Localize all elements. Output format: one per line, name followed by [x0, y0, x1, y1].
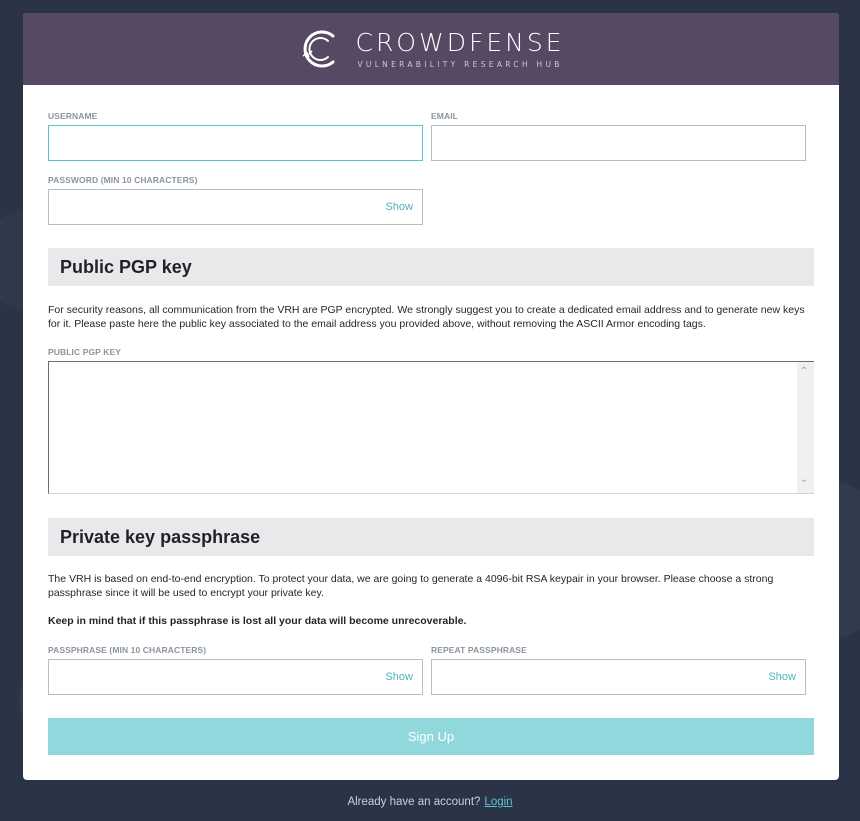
email-field-wrap [431, 125, 806, 161]
passphrase-label: PASSPHRASE (MIN 10 CHARACTERS) [48, 645, 207, 655]
pgp-heading: Public PGP key [60, 257, 192, 277]
password-field-wrap: Show [48, 189, 423, 225]
passphrase-heading: Private key passphrase [60, 527, 261, 547]
password-input[interactable] [49, 190, 422, 224]
repeat-passphrase-input[interactable] [432, 660, 805, 694]
passphrase-section-header: Private key passphrase [48, 518, 814, 556]
footer: Already have an account? Login [0, 796, 860, 808]
password-show-toggle[interactable]: Show [385, 201, 413, 213]
pgp-description: For security reasons, all communication … [48, 304, 805, 330]
passphrase-input[interactable] [49, 660, 422, 694]
passphrase-show-toggle[interactable]: Show [385, 671, 413, 683]
pgp-key-label: PUBLIC PGP KEY [48, 347, 122, 357]
scroll-up-icon[interactable]: ⌃ [800, 366, 808, 377]
logo: CROWDFENSE VULNERABILITY RESEARCH HUB [297, 26, 564, 72]
textarea-scrollbar[interactable]: ⌃ ⌄ [797, 362, 814, 493]
crowdfense-logo-icon [303, 30, 335, 68]
brand-name: CROWDFENSE [355, 27, 565, 57]
repeat-passphrase-field-wrap: Show [431, 659, 806, 695]
repeat-passphrase-label: REPEAT PASSPHRASE [431, 645, 527, 655]
username-label: USERNAME [48, 111, 98, 121]
email-input[interactable] [432, 126, 805, 160]
pgp-section-header: Public PGP key [48, 248, 814, 286]
sign-up-button[interactable]: Sign Up [48, 718, 814, 755]
login-link[interactable]: Login [484, 796, 512, 808]
pgp-key-field-wrap: ⌃ ⌄ [48, 361, 814, 494]
brand-header: CROWDFENSE VULNERABILITY RESEARCH HUB [23, 13, 839, 85]
email-label: EMAIL [431, 111, 458, 121]
repeat-passphrase-show-toggle[interactable]: Show [768, 671, 796, 683]
passphrase-warning: Keep in mind that if this passphrase is … [48, 615, 467, 627]
footer-text: Already have an account? [347, 796, 481, 808]
brand-tagline: VULNERABILITY RESEARCH HUB [357, 59, 563, 69]
pgp-key-textarea[interactable] [49, 362, 798, 493]
username-field-wrap [48, 125, 423, 161]
passphrase-field-wrap: Show [48, 659, 423, 695]
signup-card: CROWDFENSE VULNERABILITY RESEARCH HUB US… [23, 13, 839, 780]
passphrase-description: The VRH is based on end-to-end encryptio… [48, 573, 774, 599]
username-input[interactable] [49, 126, 422, 160]
password-label: PASSWORD (MIN 10 CHARACTERS) [48, 175, 198, 185]
scroll-down-icon[interactable]: ⌄ [800, 474, 808, 485]
